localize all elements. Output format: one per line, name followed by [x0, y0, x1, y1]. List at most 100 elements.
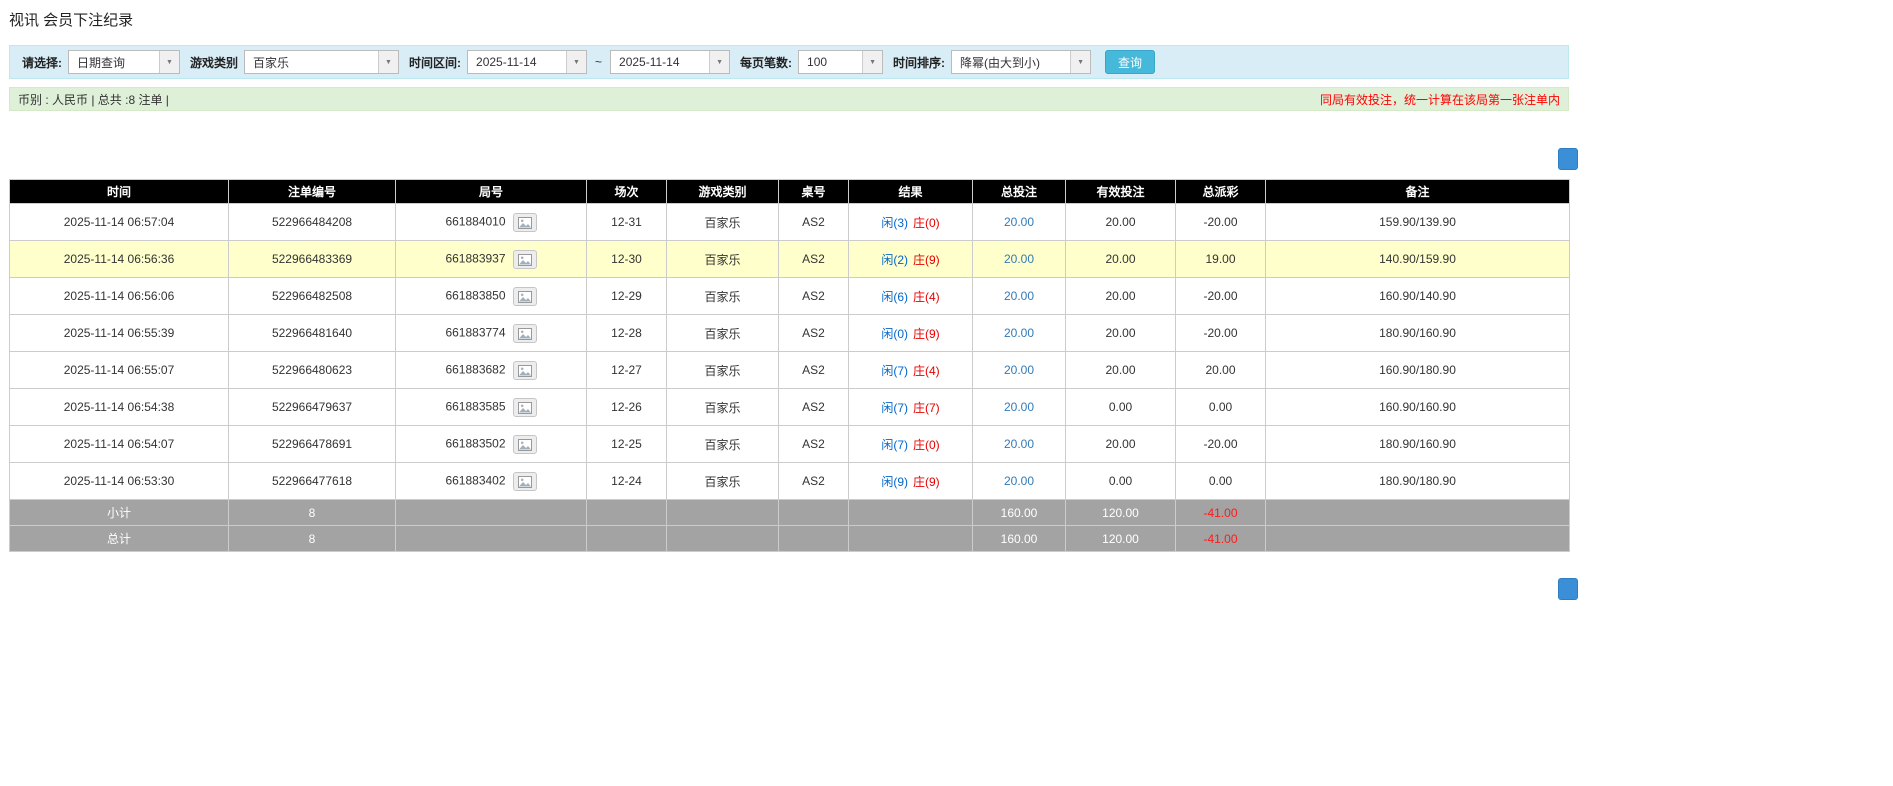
- total-cell-2: [395, 525, 587, 552]
- chevron-down-icon[interactable]: ▼: [709, 51, 730, 73]
- chevron-down-icon[interactable]: ▼: [1070, 51, 1091, 73]
- session-cell: 12-28: [586, 314, 667, 352]
- table-no-cell: AS2: [778, 240, 849, 278]
- round-preview-icon[interactable]: [512, 212, 537, 232]
- valid-bet-cell: 20.00: [1065, 240, 1176, 278]
- table-row: 2025-11-14 06:53:30 522966477618 661883402…: [9, 462, 1570, 500]
- round-preview-icon[interactable]: [512, 397, 537, 417]
- table-row: 2025-11-14 06:56:06 522966482508 661883850…: [9, 277, 1570, 315]
- result-player: 闲(7): [881, 363, 908, 378]
- date-range-tilde: ~: [595, 55, 603, 69]
- query-type-select[interactable]: 日期查询 ▼: [68, 50, 180, 74]
- total-bet-link[interactable]: 20.00: [1004, 363, 1034, 377]
- query-type-label: 请选择:: [22, 55, 62, 70]
- page-size-select[interactable]: 100 ▼: [798, 50, 884, 74]
- total-bet-link[interactable]: 20.00: [1004, 326, 1034, 340]
- game-type-cell: 百家乐: [666, 388, 779, 426]
- total-cell-3: [586, 525, 667, 552]
- total-bet-link[interactable]: 20.00: [1004, 289, 1034, 303]
- subtotal-cell-10: [1265, 499, 1570, 526]
- column-header: 备注: [1265, 179, 1570, 204]
- round-cell: 661883937: [395, 240, 587, 278]
- time-cell: 2025-11-14 06:56:36: [9, 240, 229, 278]
- result-banker: 庄(9): [913, 252, 940, 267]
- round-preview-icon[interactable]: [512, 360, 537, 380]
- payout-cell: -20.00: [1175, 425, 1266, 463]
- round-cell: 661883850: [395, 277, 587, 315]
- table-header-row: 时间 注单编号 局号 场次 游戏类别 桌号 结果 总投注 有效投注 总派彩 备注: [9, 179, 1570, 204]
- game-type-cell: 百家乐: [666, 203, 779, 241]
- sort-select[interactable]: 降幂(由大到小) ▼: [951, 50, 1092, 74]
- round-preview-icon[interactable]: [512, 323, 537, 343]
- filter-bar: 请选择: 日期查询 ▼ 游戏类别 百家乐 ▼ 时间区间: 2025-11-14 …: [9, 45, 1569, 79]
- table-row: 2025-11-14 06:57:04 522966484208 661884010…: [9, 203, 1570, 241]
- total-bet-link[interactable]: 20.00: [1004, 252, 1034, 266]
- round-preview-icon[interactable]: [512, 434, 537, 454]
- note-cell: 160.90/180.90: [1265, 351, 1570, 389]
- summary-notice: 同局有效投注，统一计算在该局第一张注单内: [1319, 92, 1560, 107]
- total-cell-9: -41.00: [1175, 525, 1266, 552]
- round-number: 661883585: [445, 399, 506, 414]
- total-bet-link[interactable]: 20.00: [1004, 400, 1034, 414]
- total-bet-cell: 20.00: [972, 462, 1066, 500]
- note-cell: 180.90/160.90: [1265, 314, 1570, 352]
- table-no-cell: AS2: [778, 351, 849, 389]
- query-type-value: 日期查询: [77, 55, 126, 70]
- round-preview-icon[interactable]: [512, 286, 537, 306]
- column-header: 总投注: [972, 179, 1066, 204]
- chevron-down-icon[interactable]: ▼: [378, 51, 399, 73]
- result-cell: 闲(7) 庄(7): [848, 388, 973, 426]
- result-cell: 闲(7) 庄(4): [848, 351, 973, 389]
- total-bet-cell: 20.00: [972, 203, 1066, 241]
- game-type-cell: 百家乐: [666, 314, 779, 352]
- sort-label: 时间排序:: [893, 55, 946, 70]
- session-cell: 12-30: [586, 240, 667, 278]
- summary-currency-count: 币别 : 人民币 | 总共 :8 注单 |: [18, 92, 169, 107]
- date-to-select[interactable]: 2025-11-14 ▼: [610, 50, 731, 74]
- result-player: 闲(6): [881, 289, 908, 304]
- subtotal-cell-4: [666, 499, 779, 526]
- payout-cell: 20.00: [1175, 351, 1266, 389]
- total-cell-4: [666, 525, 779, 552]
- scroll-bottom-button[interactable]: [1558, 578, 1578, 600]
- round-number: 661883502: [445, 436, 506, 451]
- result-player: 闲(3): [881, 215, 908, 230]
- search-button[interactable]: 查询: [1105, 50, 1156, 74]
- valid-bet-cell: 20.00: [1065, 277, 1176, 315]
- total-cell-1: 8: [228, 525, 396, 552]
- payout-cell: -20.00: [1175, 277, 1266, 315]
- note-cell: 159.90/139.90: [1265, 203, 1570, 241]
- scroll-top-button[interactable]: [1558, 148, 1578, 170]
- bet-id-cell: 522966483369: [228, 240, 396, 278]
- round-preview-icon[interactable]: [512, 249, 537, 269]
- session-cell: 12-25: [586, 425, 667, 463]
- round-cell: 661883774: [395, 314, 587, 352]
- chevron-down-icon[interactable]: ▼: [862, 51, 883, 73]
- bet-id-cell: 522966484208: [228, 203, 396, 241]
- note-cell: 180.90/160.90: [1265, 425, 1570, 463]
- total-bet-link[interactable]: 20.00: [1004, 215, 1034, 229]
- table-no-cell: AS2: [778, 388, 849, 426]
- game-type-cell: 百家乐: [666, 425, 779, 463]
- subtotal-cell-0: 小计: [9, 499, 229, 526]
- total-bet-cell: 20.00: [972, 277, 1066, 315]
- result-banker: 庄(0): [913, 437, 940, 452]
- date-range-label: 时间区间:: [409, 55, 462, 70]
- date-from-select[interactable]: 2025-11-14 ▼: [467, 50, 588, 74]
- round-number: 661883682: [445, 362, 506, 377]
- time-cell: 2025-11-14 06:54:38: [9, 388, 229, 426]
- round-preview-icon[interactable]: [512, 471, 537, 491]
- table-row: 2025-11-14 06:54:07 522966478691 661883502…: [9, 425, 1570, 463]
- column-header: 场次: [586, 179, 667, 204]
- game-type-select[interactable]: 百家乐 ▼: [244, 50, 400, 74]
- bet-id-cell: 522966480623: [228, 351, 396, 389]
- total-bet-link[interactable]: 20.00: [1004, 437, 1034, 451]
- time-cell: 2025-11-14 06:54:07: [9, 425, 229, 463]
- time-cell: 2025-11-14 06:55:07: [9, 351, 229, 389]
- total-bet-link[interactable]: 20.00: [1004, 474, 1034, 488]
- table-no-cell: AS2: [778, 425, 849, 463]
- total-bet-cell: 20.00: [972, 351, 1066, 389]
- session-cell: 12-24: [586, 462, 667, 500]
- chevron-down-icon[interactable]: ▼: [566, 51, 587, 73]
- chevron-down-icon[interactable]: ▼: [159, 51, 179, 73]
